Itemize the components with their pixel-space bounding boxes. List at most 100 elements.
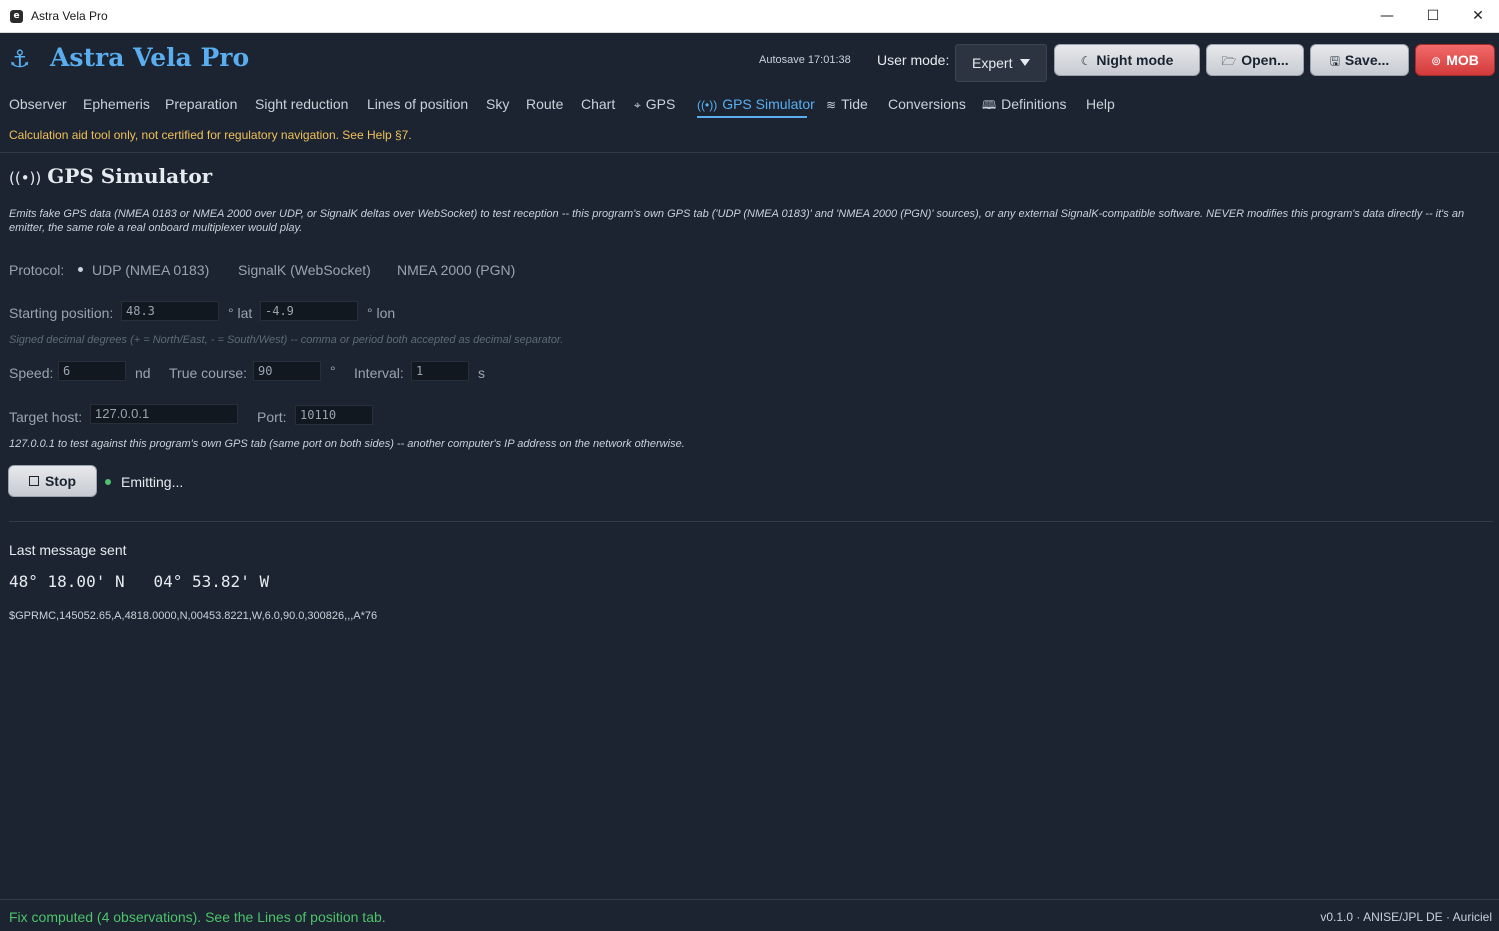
maximize-icon[interactable]: ☐	[1410, 0, 1456, 33]
app-brand: Astra Vela Pro	[50, 43, 250, 72]
user-mode-value: Expert	[972, 55, 1013, 71]
close-icon[interactable]: ✕	[1455, 0, 1499, 33]
app-icon: e	[10, 10, 23, 23]
autosave-status: Autosave 17:01:38	[759, 54, 851, 66]
tab-label: Lines of position	[367, 96, 469, 112]
tab-preparation[interactable]: Preparation	[165, 96, 237, 112]
course-unit: °	[330, 363, 336, 379]
night-mode-button[interactable]: ☾ Night mode	[1054, 44, 1200, 76]
tab-sight-reduction[interactable]: Sight reduction	[255, 96, 348, 112]
mob-button[interactable]: ⊚ MOB	[1415, 44, 1495, 76]
protocol-radio-signalk[interactable]: SignalK (WebSocket)	[224, 262, 371, 278]
port-input[interactable]: 10110	[295, 405, 373, 425]
status-bar: Fix computed (4 observations). See the L…	[0, 899, 1499, 931]
tab-label: Preparation	[165, 96, 238, 112]
radio-label: UDP (NMEA 0183)	[92, 262, 210, 278]
last-message-title: Last message sent	[9, 542, 127, 558]
chevron-down-icon	[1020, 59, 1030, 66]
save-button[interactable]: 🖫 Save...	[1310, 44, 1409, 76]
minimize-icon[interactable]: —	[1364, 0, 1410, 33]
broadcast-icon: ((•))	[697, 98, 718, 112]
tab-lines-of-position[interactable]: Lines of position	[367, 96, 468, 112]
longitude-unit: ° lon	[367, 305, 396, 321]
fix-status: Fix computed (4 observations). See the L…	[9, 909, 386, 925]
latitude-input[interactable]: 48.3	[121, 301, 219, 321]
page-title: ((•)) GPS Simulator	[9, 164, 212, 188]
tab-gps[interactable]: ⌖ GPS	[634, 96, 675, 113]
tab-label: GPS	[645, 96, 676, 112]
protocol-radio-nmea2000[interactable]: NMEA 2000 (PGN)	[383, 262, 515, 278]
stop-label: Stop	[44, 473, 77, 489]
protocol-label: Protocol:	[9, 262, 65, 278]
radio-unselected-icon	[224, 267, 229, 272]
radio-label: SignalK (WebSocket)	[238, 262, 371, 278]
save-label: Save...	[1344, 52, 1390, 68]
user-mode-select[interactable]: Expert	[955, 44, 1047, 82]
host-hint: 127.0.0.1 to test against this program's…	[9, 438, 685, 450]
tab-label: Sky	[486, 96, 510, 112]
tab-tide[interactable]: ≋ Tide	[826, 96, 868, 112]
radio-unselected-icon	[383, 267, 388, 272]
tab-label: Chart	[581, 96, 616, 112]
waves-icon: ≋	[826, 98, 837, 112]
open-button[interactable]: 🗁 Open...	[1206, 44, 1304, 76]
anchor-icon: ⚓	[9, 45, 31, 73]
page-description: Emits fake GPS data (NMEA 0183 or NMEA 2…	[9, 208, 1465, 234]
broadcast-icon: ((•))	[9, 169, 42, 187]
divider	[0, 152, 1499, 153]
tab-sky[interactable]: Sky	[486, 96, 509, 112]
emitting-status: Emitting...	[121, 474, 184, 490]
interval-unit: s	[478, 365, 485, 381]
tab-label: Tide	[841, 96, 868, 112]
disclaimer-text: Calculation aid tool only, not certified…	[9, 128, 412, 142]
tab-label: Route	[526, 96, 564, 112]
port-label: Port:	[257, 409, 287, 425]
tab-label: Ephemeris	[83, 96, 150, 112]
target-host-input[interactable]: 127.0.0.1	[90, 404, 238, 424]
window-titlebar: e Astra Vela Pro — ☐ ✕	[0, 0, 1499, 33]
page-title-text: GPS Simulator	[47, 164, 213, 188]
last-message-coords: 48° 18.00' N 04° 53.82' W	[9, 572, 270, 591]
divider	[9, 521, 1493, 522]
latitude-unit: ° lat	[228, 305, 253, 321]
app-header: ⚓ Astra Vela Pro Autosave 17:01:38 User …	[0, 33, 1499, 87]
moon-icon: ☾	[1080, 54, 1092, 68]
night-mode-label: Night mode	[1096, 52, 1174, 68]
tab-conversions[interactable]: Conversions	[888, 96, 966, 112]
floppy-icon: 🖫	[1329, 54, 1340, 68]
version-info: v0.1.0 · ANISE/JPL DE · Auriciel	[1320, 910, 1492, 924]
folder-icon: 🗁	[1221, 54, 1237, 68]
tab-label: Help	[1086, 96, 1115, 112]
longitude-input[interactable]: -4.9	[260, 301, 358, 321]
tab-label: Conversions	[888, 96, 966, 112]
protocol-radio-udp[interactable]: UDP (NMEA 0183)	[78, 262, 209, 278]
radio-label: NMEA 2000 (PGN)	[397, 262, 516, 278]
start-position-label: Starting position:	[9, 305, 114, 321]
tab-gps-simulator[interactable]: ((•)) GPS Simulator	[697, 96, 815, 112]
position-hint: Signed decimal degrees (+ = North/East, …	[9, 334, 564, 346]
speed-input[interactable]: 6	[58, 361, 126, 381]
course-input[interactable]: 90	[253, 361, 321, 381]
course-label: True course:	[169, 365, 248, 381]
window-title: Astra Vela Pro	[31, 9, 108, 23]
radio-selected-icon	[78, 266, 83, 272]
interval-input[interactable]: 1	[411, 361, 469, 381]
status-indicator-icon	[105, 479, 111, 485]
tab-help[interactable]: Help	[1086, 96, 1115, 112]
last-message-sentence: $GPRMC,145052.65,A,4818.0000,N,00453.822…	[9, 610, 378, 622]
interval-label: Interval:	[354, 365, 404, 381]
tab-route[interactable]: Route	[526, 96, 563, 112]
speed-unit: nd	[135, 365, 151, 381]
tab-ephemeris[interactable]: Ephemeris	[83, 96, 150, 112]
tab-chart[interactable]: Chart	[581, 96, 615, 112]
tab-label: Observer	[9, 96, 67, 112]
stop-button[interactable]: Stop	[8, 465, 97, 497]
tab-observer[interactable]: Observer	[9, 96, 67, 112]
main-tabs: Observer Ephemeris Preparation Sight red…	[0, 93, 1499, 119]
tab-label: Definitions	[1001, 96, 1067, 112]
tab-label: GPS Simulator	[722, 96, 815, 112]
tab-definitions[interactable]: 🕮 Definitions	[982, 96, 1067, 117]
crosshair-icon: ⌖	[634, 98, 641, 112]
mob-label: MOB	[1446, 52, 1479, 68]
speed-label: Speed:	[9, 365, 54, 381]
